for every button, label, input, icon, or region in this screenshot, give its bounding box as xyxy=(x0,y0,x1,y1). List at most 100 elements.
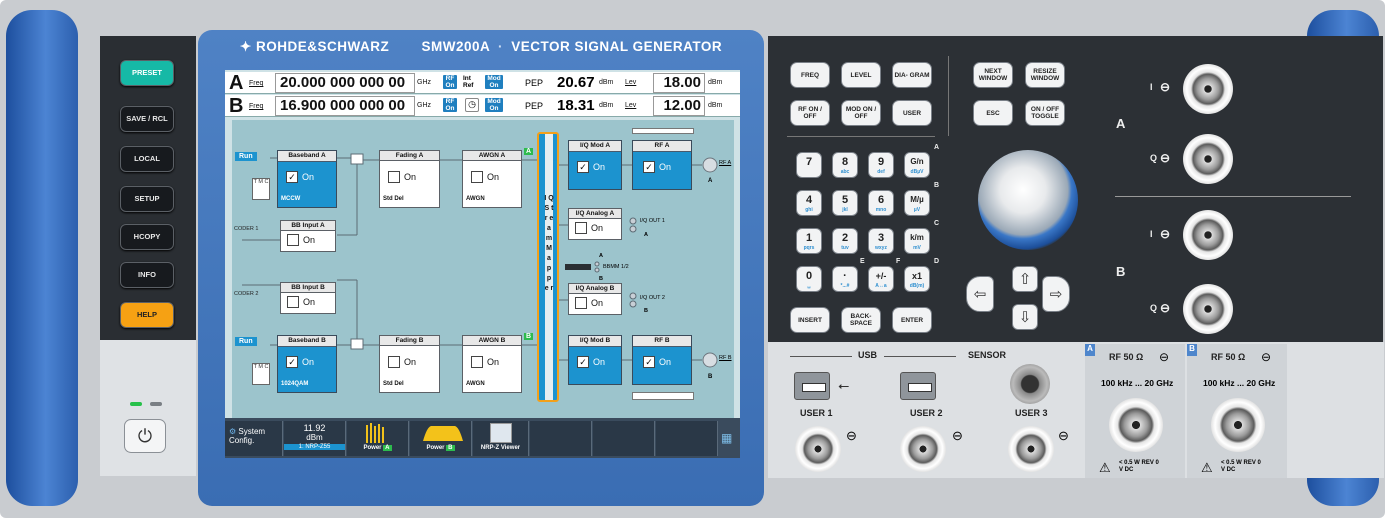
num-key-1[interactable]: 1 pqrs xyxy=(796,228,822,254)
lev-value-b[interactable]: 12.00 xyxy=(653,96,705,116)
setup-button[interactable]: SETUP xyxy=(120,186,174,212)
q-out-b-connector[interactable] xyxy=(1183,284,1233,334)
iq-mod-b-checkbox[interactable]: ✓ xyxy=(577,356,589,368)
help-button[interactable]: HELP xyxy=(120,302,174,328)
i-out-b-connector[interactable] xyxy=(1183,210,1233,260)
user3-connector[interactable] xyxy=(1008,426,1054,472)
baseband-a-block[interactable]: Baseband A ✓ On MCCW xyxy=(277,150,337,208)
q-out-a-connector[interactable] xyxy=(1183,134,1233,184)
next-window-key[interactable]: NEXT WINDOW xyxy=(973,62,1013,88)
mod-on-off-key[interactable]: MOD ON / OFF xyxy=(841,100,881,126)
bb-input-b-block[interactable]: BB Input B On xyxy=(280,282,336,314)
local-button[interactable]: LOCAL xyxy=(120,146,174,172)
user2-connector[interactable] xyxy=(900,426,946,472)
num-key-6[interactable]: 6 mno xyxy=(868,190,894,216)
lev-label-b[interactable]: Lev xyxy=(625,102,636,109)
right-arrow-key[interactable]: ⇨ xyxy=(1042,276,1070,312)
save-rcl-button[interactable]: SAVE / RCL xyxy=(120,106,174,132)
power-tile-b[interactable]: Power B xyxy=(410,421,472,456)
power-button[interactable]: ⏻ xyxy=(124,419,166,453)
level-key[interactable]: LEVEL xyxy=(841,62,881,88)
mod-on-badge-b[interactable]: Mod On xyxy=(485,98,503,112)
rf-on-off-key[interactable]: RF ON / OFF xyxy=(790,100,830,126)
rf-a-checkbox[interactable]: ✓ xyxy=(643,161,655,173)
freq-key[interactable]: FREQ xyxy=(790,62,830,88)
sign-key[interactable]: +/- A↔a xyxy=(868,266,894,292)
rf-b-connector[interactable] xyxy=(1211,398,1265,452)
power-tile-a[interactable]: Power A xyxy=(347,421,409,456)
rf-a-connector[interactable] xyxy=(1109,398,1163,452)
baseband-a-checkbox[interactable]: ✓ xyxy=(286,171,298,183)
rf-b-checkbox[interactable]: ✓ xyxy=(643,356,655,368)
esc-key[interactable]: ESC xyxy=(973,100,1013,126)
lev-label-a[interactable]: Lev xyxy=(625,79,636,86)
usb-port-1[interactable] xyxy=(794,372,830,400)
unit-key-m-mu[interactable]: M/µ µV xyxy=(904,190,930,216)
insert-key[interactable]: INSERT xyxy=(790,307,830,333)
empty-tile-2[interactable] xyxy=(593,421,655,456)
bb-input-b-checkbox[interactable] xyxy=(287,296,299,308)
left-arrow-key[interactable]: ⇦ xyxy=(966,276,994,312)
preset-button[interactable]: PRESET xyxy=(120,60,174,86)
freq-value-a[interactable]: 20.000 000 000 00 xyxy=(275,73,415,93)
window-grid-icon[interactable]: ▦ xyxy=(721,432,733,444)
system-config-button[interactable]: ⚙ System Config. xyxy=(225,421,283,456)
touchscreen-display[interactable]: A Freq 20.000 000 000 00 GHz RF On Int R… xyxy=(225,70,740,458)
iq-mod-a-block[interactable]: I/Q Mod A ✓ On xyxy=(568,140,622,190)
awgn-b-checkbox[interactable] xyxy=(471,356,483,368)
run-badge-a[interactable]: Run xyxy=(235,152,257,161)
rf-a-block[interactable]: RF A ✓ On xyxy=(632,140,692,190)
unit-key-g-n[interactable]: G/n dBµV xyxy=(904,152,930,178)
iq-mod-a-checkbox[interactable]: ✓ xyxy=(577,161,589,173)
iq-analog-b-block[interactable]: I/Q Analog B On xyxy=(568,283,622,315)
baseband-b-checkbox[interactable]: ✓ xyxy=(286,356,298,368)
num-key-3[interactable]: 3 wxyz xyxy=(868,228,894,254)
unit-key-k-m[interactable]: k/m mV xyxy=(904,228,930,254)
awgn-a-checkbox[interactable] xyxy=(471,171,483,183)
resize-window-key[interactable]: RESIZE WINDOW xyxy=(1025,62,1065,88)
backspace-key[interactable]: BACK- SPACE xyxy=(841,307,881,333)
fading-b-block[interactable]: Fading B On Std Del xyxy=(379,335,440,393)
freq-label-b[interactable]: Freq xyxy=(249,103,263,110)
num-key-4[interactable]: 4 ghi xyxy=(796,190,822,216)
hcopy-button[interactable]: HCOPY xyxy=(120,224,174,250)
fading-a-checkbox[interactable] xyxy=(388,171,400,183)
mod-on-badge-a[interactable]: Mod On xyxy=(485,75,503,89)
bb-input-a-block[interactable]: BB Input A On xyxy=(280,220,336,252)
decimal-key[interactable]: · *...# xyxy=(832,266,858,292)
diagram-key[interactable]: DIA- GRAM xyxy=(892,62,932,88)
run-badge-b[interactable]: Run xyxy=(235,337,257,346)
usb-port-2[interactable] xyxy=(900,372,936,400)
awgn-b-block[interactable]: AWGN B On AWGN xyxy=(462,335,522,393)
iq-analog-a-block[interactable]: I/Q Analog A On xyxy=(568,208,622,240)
info-button[interactable]: INFO xyxy=(120,262,174,288)
up-arrow-key[interactable]: ⇧ xyxy=(1012,266,1038,292)
num-key-2[interactable]: 2 tuv xyxy=(832,228,858,254)
fading-a-block[interactable]: Fading A On Std Del xyxy=(379,150,440,208)
tmc-icon-a[interactable]: T M C xyxy=(252,178,270,200)
user1-connector[interactable] xyxy=(795,426,841,472)
rf-b-block[interactable]: RF B ✓ On xyxy=(632,335,692,385)
on-off-toggle-key[interactable]: ON / OFF TOGGLE xyxy=(1025,100,1065,126)
down-arrow-key[interactable]: ⇩ xyxy=(1012,304,1038,330)
bb-input-a-checkbox[interactable] xyxy=(287,234,299,246)
enter-key[interactable]: ENTER xyxy=(892,307,932,333)
i-out-a-connector[interactable] xyxy=(1183,64,1233,114)
num-key-5[interactable]: 5 jkl xyxy=(832,190,858,216)
empty-tile-3[interactable] xyxy=(656,421,718,456)
awgn-a-block[interactable]: AWGN A On AWGN xyxy=(462,150,522,208)
iq-analog-a-checkbox[interactable] xyxy=(575,222,587,234)
num-key-7[interactable]: 7 xyxy=(796,152,822,178)
iq-mod-b-block[interactable]: I/Q Mod B ✓ On xyxy=(568,335,622,385)
unit-key-x1[interactable]: x1 dB(m) xyxy=(904,266,930,292)
rotary-knob[interactable] xyxy=(978,150,1078,250)
rf-on-badge-a[interactable]: RF On xyxy=(443,75,457,89)
nrp-viewer-tile[interactable]: NRP-Z Viewer xyxy=(473,421,529,456)
iq-stream-mapper[interactable]: I Q S t r e a m M a p p e r xyxy=(537,132,559,402)
user-key[interactable]: USER xyxy=(892,100,932,126)
power-sensor-tile[interactable]: 11.92 dBm 1: NRP-Z55 xyxy=(284,421,346,456)
lev-value-a[interactable]: 18.00 xyxy=(653,73,705,93)
num-key-8[interactable]: 8 abc xyxy=(832,152,858,178)
freq-value-b[interactable]: 16.900 000 000 00 xyxy=(275,96,415,116)
iq-analog-b-checkbox[interactable] xyxy=(575,297,587,309)
